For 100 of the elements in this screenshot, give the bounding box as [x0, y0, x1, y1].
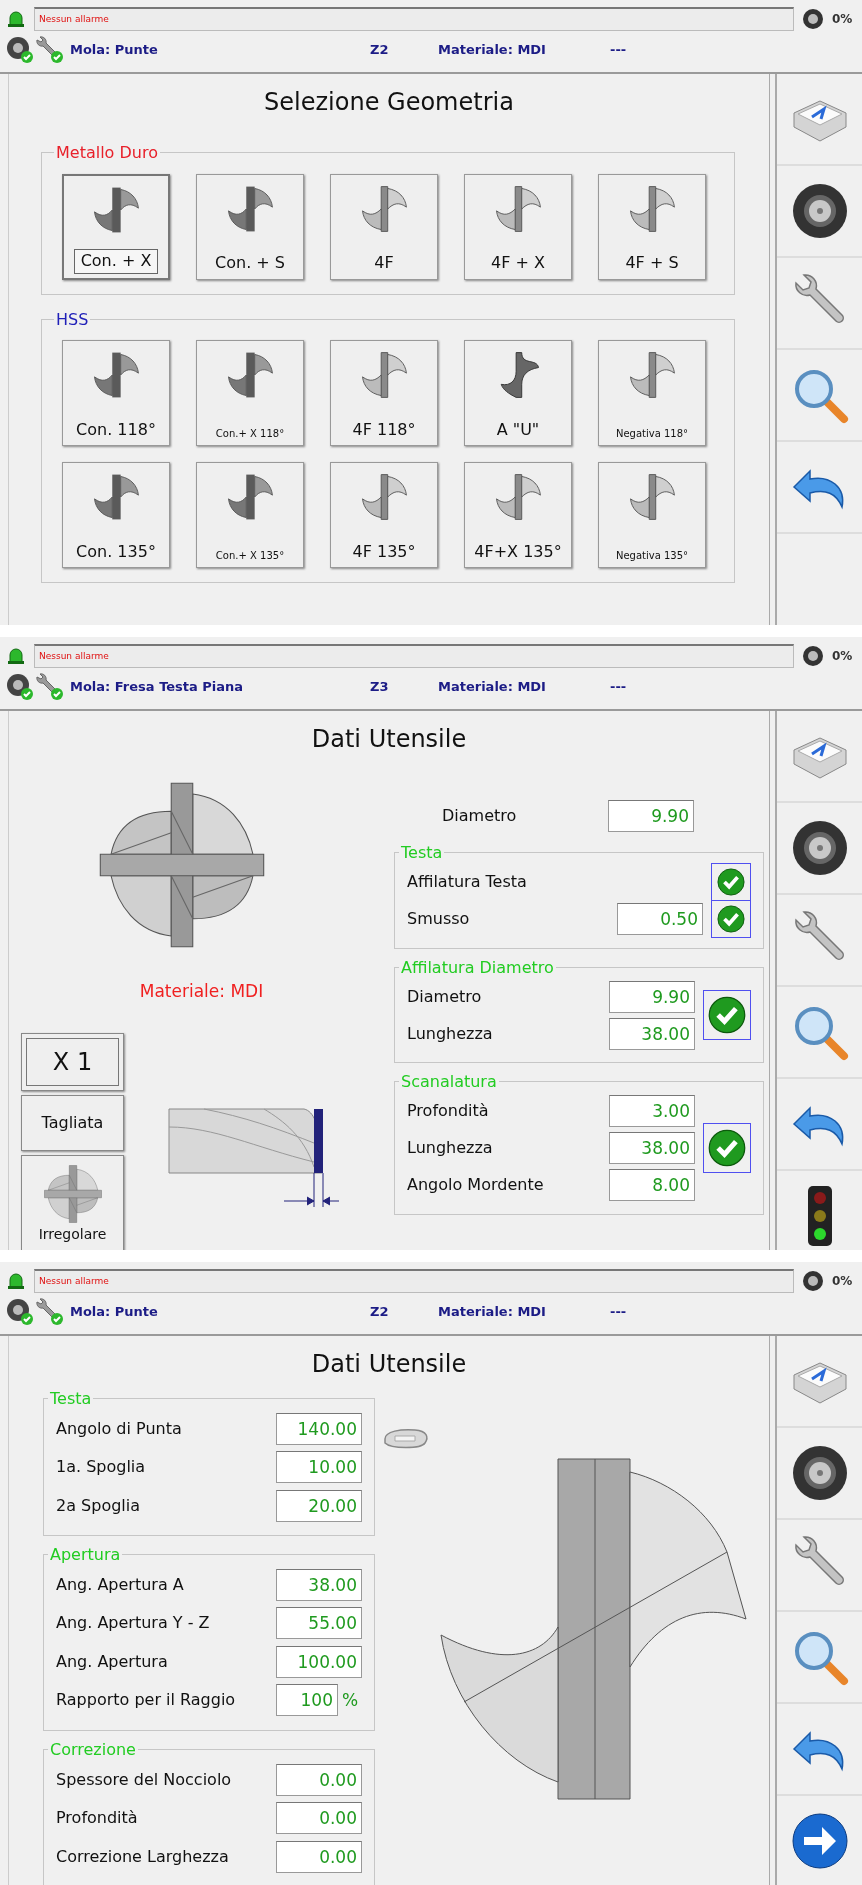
gauge-icon — [802, 8, 824, 30]
geometry-button[interactable]: 4F + S — [598, 173, 706, 280]
gauge-icon — [802, 645, 824, 667]
group-title: Testa — [49, 1390, 93, 1408]
geometry-button[interactable]: A "U" — [464, 340, 572, 447]
group-title: Apertura — [49, 1546, 122, 1564]
field-label: Affilatura Testa — [407, 871, 528, 894]
check-toggle[interactable] — [703, 990, 751, 1041]
grinding-wheel-text: Mola: Punte — [70, 41, 159, 60]
check-icon — [717, 868, 745, 897]
grinding-wheel-text: Mola: Fresa Testa Piana — [70, 678, 245, 697]
field-label: Smusso — [407, 908, 471, 931]
field-label: 2a Spoglia — [56, 1494, 142, 1517]
value-field[interactable]: 38.00 — [276, 1568, 362, 1601]
check-icon — [708, 996, 746, 1035]
multiplier-button[interactable]: X 1 — [21, 1032, 124, 1091]
value-field[interactable]: 0.00 — [276, 1763, 362, 1796]
check-toggle[interactable] — [711, 863, 751, 902]
geometry-button[interactable]: 4F 118° — [330, 340, 438, 447]
geometry-button[interactable]: Con. + S — [196, 173, 304, 280]
geometry-button[interactable]: 4F + X — [464, 173, 572, 280]
geometry-button[interactable]: Con. 118° — [62, 340, 170, 447]
tire-check-icon — [6, 1298, 34, 1326]
progress-text: 0% — [832, 11, 854, 28]
alarm-field: Nessun allarme — [34, 644, 794, 668]
status-text: --- — [610, 41, 627, 60]
value-field[interactable]: 0.50 — [617, 903, 703, 936]
end-mill-icon — [42, 1164, 103, 1224]
value-field[interactable]: 0.00 — [276, 1840, 362, 1873]
status-text: --- — [610, 1303, 627, 1322]
field-label: Ang. Apertura — [56, 1650, 169, 1673]
check-icon — [717, 905, 745, 934]
material-text: Materiale: MDI — [438, 678, 547, 697]
field-label: Angolo di Punta — [56, 1417, 183, 1440]
arrow-right-icon — [789, 1811, 850, 1871]
irregular-button[interactable]: Irregolare — [21, 1154, 124, 1250]
value-field[interactable]: 100 — [276, 1684, 338, 1717]
value-field[interactable]: 0.00 — [276, 1802, 362, 1835]
value-field[interactable]: 140.00 — [276, 1412, 362, 1445]
geometry-button[interactable]: Negativa 135° — [598, 462, 706, 569]
alarm-field: Nessun allarme — [34, 1269, 794, 1293]
value-field[interactable]: 3.00 — [609, 1095, 695, 1128]
value-field[interactable]: 38.00 — [609, 1017, 695, 1050]
bell-icon — [6, 646, 26, 666]
group-title: Affilatura Diametro — [400, 958, 555, 977]
field-label: 1a. Spoglia — [56, 1456, 147, 1479]
geometry-button[interactable]: Con.+ X 118° — [196, 340, 304, 447]
gauge-icon — [802, 1270, 824, 1292]
geometry-button[interactable]: Con. + X — [62, 173, 170, 280]
check-toggle[interactable] — [703, 1123, 751, 1174]
material-label: Materiale: MDI — [139, 980, 264, 1003]
field-label: Diametro — [407, 985, 483, 1008]
screen-title: Selezione Geometria — [264, 87, 514, 118]
tire-check-icon — [6, 36, 34, 64]
group-title: Metallo Duro — [55, 144, 159, 162]
zone-text: Z3 — [370, 678, 390, 697]
field-label: Profondità — [407, 1100, 490, 1123]
zone-text: Z2 — [370, 1303, 390, 1322]
field-label: Correzione Larghezza — [56, 1845, 230, 1868]
check-toggle[interactable] — [711, 900, 751, 939]
wrench-check-icon — [34, 1298, 64, 1326]
value-field[interactable]: 100.00 — [276, 1645, 362, 1678]
geometry-button[interactable]: Con. 135° — [62, 462, 170, 569]
field-label: Ang. Apertura A — [56, 1573, 185, 1596]
bell-icon — [6, 9, 26, 29]
zone-text: Z2 — [370, 41, 390, 60]
value-field[interactable]: 38.00 — [609, 1132, 695, 1165]
tire-check-icon — [6, 673, 34, 701]
field-label: Spessore del Nocciolo — [56, 1768, 233, 1791]
field-label: Rapporto per il Raggio — [56, 1689, 237, 1712]
wrench-check-icon — [34, 673, 64, 701]
status-text: --- — [610, 678, 627, 697]
field-label: Profondità — [56, 1807, 139, 1830]
geometry-button[interactable]: Con.+ X 135° — [196, 462, 304, 569]
check-icon — [708, 1129, 746, 1168]
alarm-field: Nessun allarme — [34, 7, 794, 31]
screen-title: Dati Utensile — [311, 724, 467, 755]
cut-button[interactable]: Tagliata — [21, 1094, 124, 1151]
value-field[interactable]: 55.00 — [276, 1607, 362, 1640]
value-field[interactable]: 9.90 — [609, 980, 695, 1013]
geometry-button[interactable]: 4F 135° — [330, 462, 438, 569]
field-label: Angolo Mordente — [407, 1174, 545, 1197]
progress-text: 0% — [832, 648, 854, 665]
field-label: Diametro — [442, 804, 518, 827]
field-label: Lunghezza — [407, 1137, 494, 1160]
group-title: Testa — [400, 844, 444, 862]
field-label: Lunghezza — [407, 1022, 494, 1045]
value-field[interactable]: 8.00 — [609, 1169, 695, 1202]
geometry-button[interactable]: 4F+X 135° — [464, 462, 572, 569]
eraser-icon — [381, 1426, 431, 1451]
group-title: HSS — [55, 310, 90, 329]
value-field[interactable]: 10.00 — [276, 1451, 362, 1484]
value-field[interactable]: 9.90 — [608, 799, 694, 832]
group-title: Scanalatura — [400, 1073, 498, 1091]
geometry-button[interactable]: 4F — [330, 173, 438, 280]
value-field[interactable]: 20.00 — [276, 1489, 362, 1522]
screen-title: Dati Utensile — [311, 1349, 467, 1380]
wrench-check-icon — [34, 36, 64, 64]
material-text: Materiale: MDI — [438, 1303, 547, 1322]
geometry-button[interactable]: Negativa 118° — [598, 340, 706, 447]
